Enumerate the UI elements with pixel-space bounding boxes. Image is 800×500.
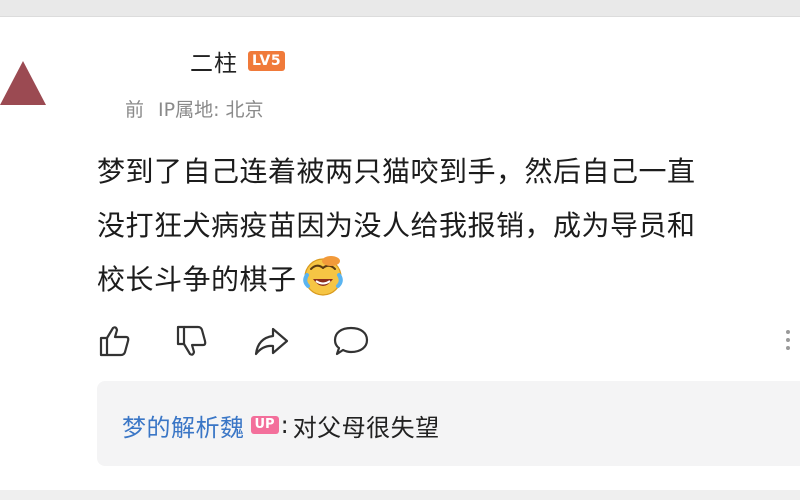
up-badge: UP [250, 416, 279, 434]
reply-preview[interactable]: 梦的解析魏 UP : 对父母很失望 [97, 381, 800, 466]
level-badge: LV5 [248, 51, 286, 71]
share-icon[interactable] [253, 323, 289, 359]
laughing-crying-emoji-icon [301, 255, 345, 297]
comment-line: 梦到了自己连着被两只猫咬到手，然后自己一直 [97, 155, 696, 188]
username-row: 二柱 LV5 [190, 44, 286, 78]
comment-line: 没打狂犬病疫苗因为没人给我报销，成为导员和 [97, 209, 696, 242]
reply-line: 梦的解析魏 UP : 对父母很失望 [122, 405, 440, 445]
comment-time: 前 [125, 98, 145, 121]
username[interactable]: 二柱 [190, 44, 238, 78]
avatar[interactable] [0, 55, 46, 107]
comment-meta: 前 IP属地: 北京 [125, 94, 264, 122]
bottom-strip [0, 490, 800, 500]
reply-text: 对父母很失望 [292, 413, 440, 442]
comment-icon[interactable] [333, 323, 369, 359]
reply-author[interactable]: 梦的解析魏 [122, 408, 245, 443]
top-bar [0, 0, 800, 17]
comment-body: 梦到了自己连着被两只猫咬到手，然后自己一直 没打狂犬病疫苗因为没人给我报销，成为… [97, 145, 787, 307]
thumbs-up-icon[interactable] [97, 323, 133, 359]
ip-location: IP属地: 北京 [158, 98, 264, 121]
reply-colon: : [280, 411, 289, 439]
comment-line: 校长斗争的棋子 [97, 253, 787, 307]
thumbs-down-icon[interactable] [174, 323, 210, 359]
more-icon[interactable] [780, 326, 796, 356]
